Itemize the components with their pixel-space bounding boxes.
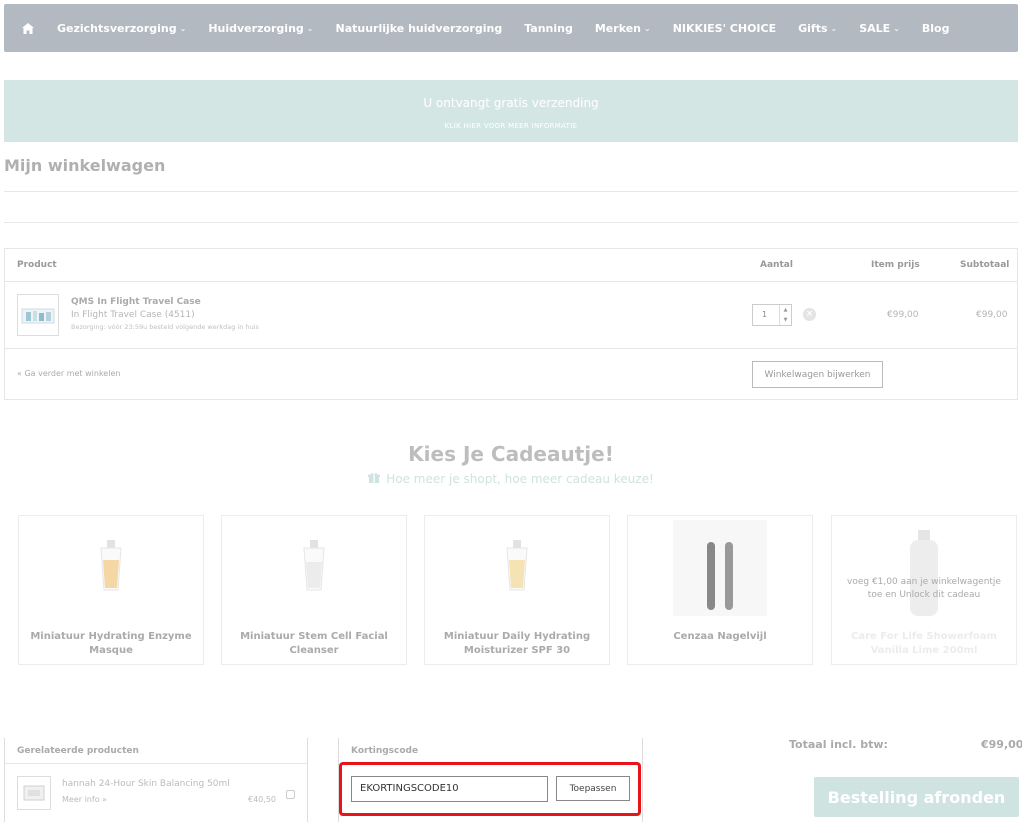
total-value: €99,00 <box>981 738 1022 751</box>
checkout-button[interactable]: Bestelling afronden <box>814 777 1019 817</box>
chevron-down-icon: ⌄ <box>179 23 187 33</box>
item-subtotal: €99,00 <box>976 310 1008 320</box>
banner-text: U ontvangt gratis verzending <box>423 96 599 110</box>
cart-footer: « Ga verder met winkelen Winkelwagen bij… <box>5 349 1017 399</box>
gift-name: Miniatuur Hydrating Enzyme Masque <box>30 631 192 656</box>
gift-image <box>222 538 406 598</box>
chevron-down-icon: ⌄ <box>893 23 900 33</box>
apply-coupon-button[interactable]: Toepassen <box>556 776 630 801</box>
coupon-code-input[interactable]: EKORTINGSCODE10 <box>351 776 548 802</box>
gift-name: Miniatuur Daily Hydrating Moisturizer SP… <box>443 631 591 656</box>
nav-item-huidverzorging[interactable]: Huidverzorging ⌄ <box>208 22 313 35</box>
gift-subtitle: Hoe meer je shopt, hoe meer cadeau keuze… <box>0 472 1022 486</box>
related-products: Gerelateerde producten hannah 24-Hour Sk… <box>4 738 308 822</box>
related-product-checkbox[interactable] <box>286 790 295 799</box>
continue-shopping-link[interactable]: « Ga verder met winkelen <box>17 369 120 378</box>
gift-list: Miniatuur Hydrating Enzyme Masque Miniat… <box>18 515 1018 665</box>
gift-card[interactable]: Cenzaa Nagelvijl <box>627 515 813 665</box>
chevron-down-icon: ⌄ <box>644 23 651 33</box>
related-more-info-link[interactable]: Meer info » <box>62 795 107 804</box>
gift-card[interactable]: Miniatuur Hydrating Enzyme Masque <box>18 515 204 665</box>
divider <box>4 191 1018 192</box>
quantity-stepper[interactable]: 1 ▲ ▼ <box>752 304 792 326</box>
related-product-name[interactable]: hannah 24-Hour Skin Balancing 50ml <box>62 779 230 789</box>
main-nav: Gezichtsverzorging ⌄ Huidverzorging ⌄ Natu… <box>4 4 1018 52</box>
cart-table: Product Aantal Item prijs Subtotaal QMS … <box>4 248 1018 400</box>
quantity-spinner[interactable]: ▲ ▼ <box>779 305 791 325</box>
nav-item-natuurlijke-huidverzorging[interactable]: Natuurlijke huidverzorging <box>336 22 503 35</box>
remove-item-icon[interactable]: × <box>803 308 816 321</box>
nav-item-merken[interactable]: Merken ⌄ <box>595 22 651 35</box>
home-icon[interactable] <box>22 22 34 34</box>
gift-card[interactable]: Miniatuur Stem Cell Facial Cleanser <box>221 515 407 665</box>
nav-item-nikkies-choice[interactable]: NIKKIES' CHOICE <box>673 22 776 35</box>
header-product: Product <box>17 260 57 270</box>
nav-item-sale[interactable]: SALE ⌄ <box>859 22 900 35</box>
product-variant: In Flight Travel Case (4511) <box>71 310 195 320</box>
shipping-banner[interactable]: U ontvangt gratis verzending KLIK HIER V… <box>4 80 1018 142</box>
item-price: €99,00 <box>887 310 919 320</box>
gift-image <box>425 538 609 598</box>
related-product-thumbnail[interactable] <box>17 776 51 810</box>
unlock-message: voeg €1,00 aan je winkelwagentje toe en … <box>847 577 1001 600</box>
related-products-title: Gerelateerde producten <box>5 738 307 764</box>
divider <box>4 222 1018 223</box>
gift-name: Care For Life Showerfoam Vanilla Lime 20… <box>851 631 997 656</box>
product-name[interactable]: QMS In Flight Travel Case <box>71 297 201 307</box>
header-item-price: Item prijs <box>871 260 920 270</box>
nav-item-gezichtsverzorging[interactable]: Gezichtsverzorging ⌄ <box>57 22 186 35</box>
gift-image <box>19 538 203 598</box>
header-subtotal: Subtotaal <box>960 260 1010 270</box>
chevron-down-icon: ⌄ <box>306 23 314 33</box>
gift-title: Kies Je Cadeautje! <box>408 442 614 466</box>
nav-item-gifts[interactable]: Gifts ⌄ <box>798 22 837 35</box>
gift-icon <box>368 472 381 486</box>
page-title: Mijn winkelwagen <box>4 156 166 175</box>
coupon-title: Kortingscode <box>351 746 419 756</box>
related-product-price: €40,50 <box>248 795 276 804</box>
delivery-info: Bezorging: vóór 23:59u besteld volgende … <box>71 323 259 331</box>
gift-image <box>832 528 1016 618</box>
banner-info-link[interactable]: KLIK HIER VOOR MEER INFORMATIE <box>4 122 1018 130</box>
cart-table-header: Product Aantal Item prijs Subtotaal <box>5 249 1017 282</box>
gift-image <box>628 520 812 616</box>
header-qty: Aantal <box>760 260 793 270</box>
gift-name: Miniatuur Stem Cell Facial Cleanser <box>240 631 388 656</box>
gift-name: Cenzaa Nagelvijl <box>673 631 767 642</box>
quantity-value: 1 <box>762 310 768 319</box>
total-label: Totaal incl. btw: <box>789 738 888 751</box>
product-thumbnail[interactable] <box>17 294 59 336</box>
chevron-down-icon: ⌄ <box>830 23 838 33</box>
nav-item-blog[interactable]: Blog <box>922 22 950 35</box>
cart-row: QMS In Flight Travel Case In Flight Trav… <box>5 282 1017 349</box>
gift-card[interactable]: Miniatuur Daily Hydrating Moisturizer SP… <box>424 515 610 665</box>
nav-item-tanning[interactable]: Tanning <box>524 22 573 35</box>
gift-subtitle-text: Hoe meer je shopt, hoe meer cadeau keuze… <box>386 472 654 486</box>
gift-card-locked[interactable]: voeg €1,00 aan je winkelwagentje toe en … <box>831 515 1017 665</box>
update-cart-button[interactable]: Winkelwagen bijwerken <box>752 361 883 388</box>
